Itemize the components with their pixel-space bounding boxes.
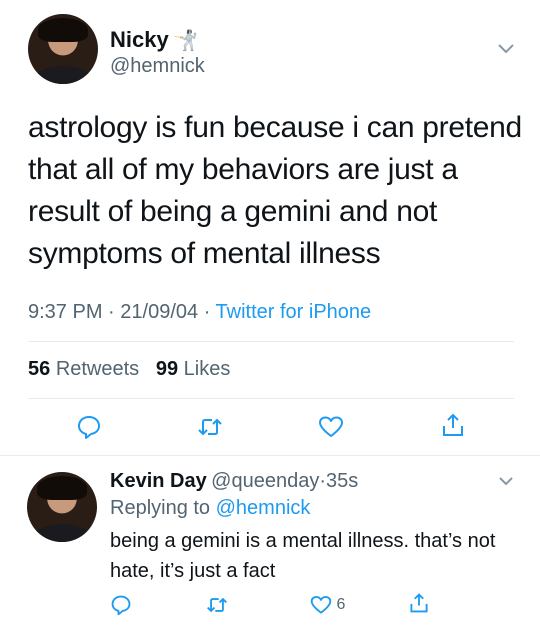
like-icon-wrap — [310, 594, 332, 616]
author-handle[interactable]: @hemnick — [110, 55, 205, 78]
reply-author-name[interactable]: Kevin Day — [110, 470, 207, 492]
likes-label[interactable]: Likes — [184, 358, 231, 380]
like-icon — [319, 416, 343, 437]
reply-age[interactable]: 35s — [326, 470, 358, 492]
reply-icon — [78, 416, 100, 439]
reply-reply-button[interactable] — [110, 594, 132, 616]
author-name-row[interactable]: Nicky 🤺 — [110, 27, 198, 53]
reply-author-handle[interactable]: @queenday — [211, 470, 319, 492]
reply-share-button[interactable] — [408, 592, 430, 614]
likes-count[interactable]: 99 — [156, 358, 178, 380]
reply-like-count: 6 — [336, 596, 346, 613]
tweet-date: 21/09/04 — [120, 301, 199, 323]
reply-author-avatar[interactable] — [27, 472, 97, 542]
chevron-down-icon[interactable] — [496, 42, 516, 56]
tweet-text: astrology is fun because i can pretend t… — [28, 111, 522, 270]
tweet-meta: 9:37 PM · 21/09/04 · Twitter for iPhone — [28, 301, 372, 323]
like-button[interactable] — [318, 414, 344, 440]
share-icon — [410, 593, 428, 613]
reply-icon — [111, 595, 131, 616]
section-divider — [0, 455, 540, 456]
tweet-time: 9:37 PM — [28, 301, 103, 323]
author-emoji: 🤺 — [173, 30, 199, 52]
retweets-count[interactable]: 56 — [28, 358, 50, 380]
replying-handle-link[interactable]: @hemnick — [216, 497, 311, 519]
chevron-down-icon[interactable] — [497, 474, 515, 486]
reply-button[interactable] — [76, 414, 102, 440]
reply-text: being a gemini is a mental illness. that… — [110, 530, 496, 582]
reply-header: Kevin Day @queenday·35s — [110, 470, 359, 492]
like-icon — [310, 596, 332, 614]
share-button[interactable] — [440, 412, 466, 438]
divider — [28, 341, 514, 342]
share-icon — [443, 413, 463, 436]
reply-like-button[interactable]: 6 — [310, 594, 345, 616]
retweets-label[interactable]: Retweets — [56, 358, 139, 380]
tweet-stats: 56 Retweets 99 Likes — [28, 358, 230, 381]
reply-retweet-button[interactable] — [206, 594, 228, 616]
retweet-icon — [207, 597, 227, 613]
retweet-icon — [198, 418, 222, 436]
author-avatar[interactable] — [28, 14, 98, 84]
author-name[interactable]: Nicky — [110, 27, 169, 52]
replying-label: Replying to — [110, 497, 211, 519]
retweet-button[interactable] — [197, 414, 223, 440]
tweet-source-link[interactable]: Twitter for iPhone — [216, 301, 372, 323]
divider — [28, 398, 514, 399]
replying-to: Replying to @hemnick — [110, 497, 310, 520]
